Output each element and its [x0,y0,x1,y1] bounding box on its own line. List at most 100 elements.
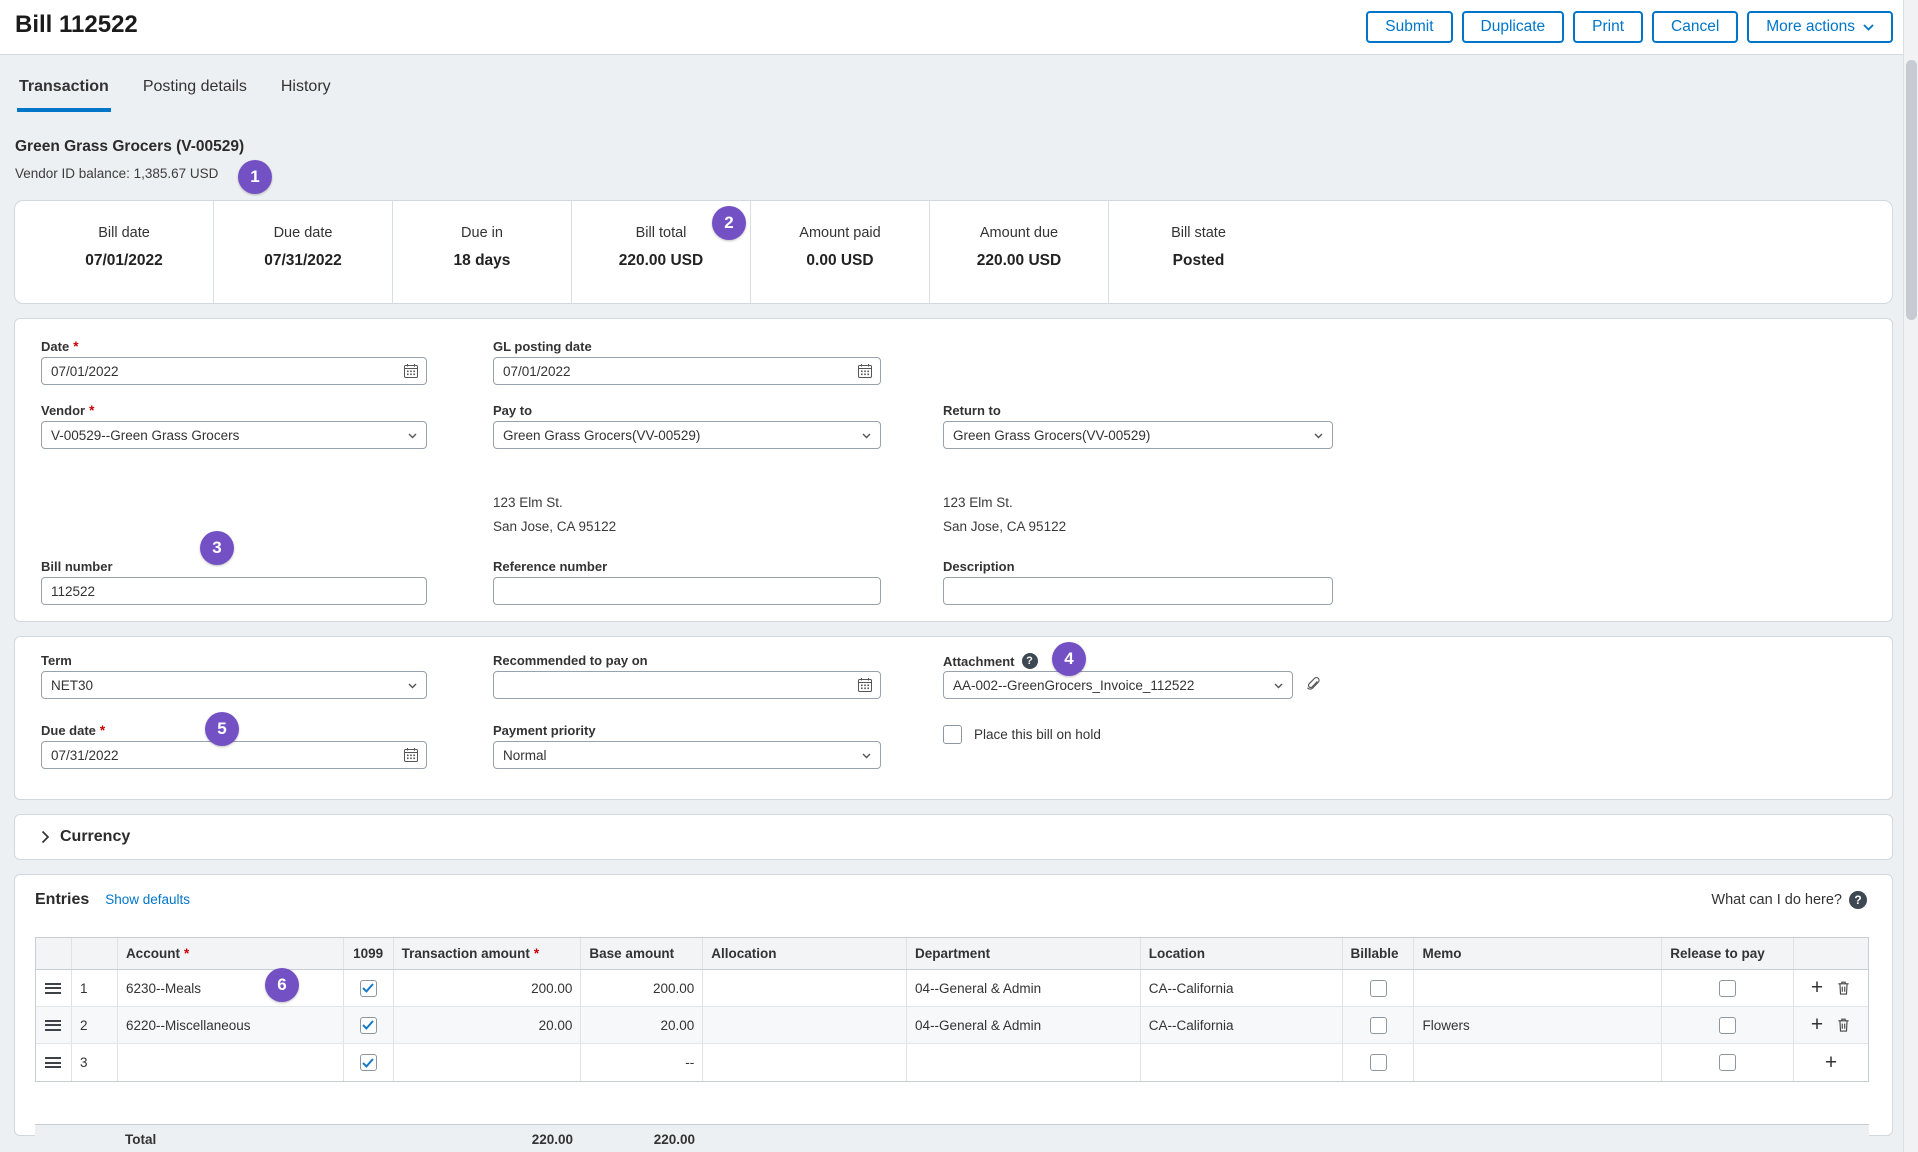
chevron-down-icon [1274,683,1283,689]
term-select[interactable]: NET30 [41,671,427,699]
required-asterisk: * [73,339,78,354]
reference-number-label: Reference number [493,559,607,574]
drag-handle-icon[interactable] [36,1044,72,1081]
date-input[interactable] [41,357,427,385]
transaction-amount-cell[interactable]: 20.00 [394,1007,582,1043]
location-cell[interactable] [1141,1044,1343,1081]
memo-column-header: Memo [1414,938,1662,969]
department-column-header: Department [907,938,1141,969]
delete-row-icon[interactable] [1836,980,1851,996]
help-icon[interactable]: ? [1849,891,1867,909]
transaction-amount-cell[interactable]: 200.00 [394,970,582,1006]
date-label: Date* [41,339,78,354]
show-defaults-link[interactable]: Show defaults [105,892,190,907]
help-icon[interactable]: ? [1022,653,1038,669]
vendor-select[interactable]: V-00529--Green Grass Grocers [41,421,427,449]
department-cell[interactable]: 04--General & Admin [907,1007,1141,1043]
gl-posting-date-input[interactable] [493,357,881,385]
location-cell[interactable]: CA--California [1141,1007,1343,1043]
row-number: 3 [72,1044,118,1081]
row-number: 2 [72,1007,118,1043]
required-asterisk: * [184,946,189,961]
table-row: 3 -- + [36,1044,1868,1081]
base-amount-column-header: Base amount [581,938,703,969]
release-to-pay-column-header: Release to pay [1662,938,1794,969]
tab-transaction[interactable]: Transaction [17,78,111,112]
page-scrollbar[interactable] [1903,0,1918,1152]
place-on-hold-label: Place this bill on hold [974,727,1101,742]
1099-checkbox[interactable] [360,1017,377,1034]
add-row-icon[interactable]: + [1811,979,1823,997]
account-cell[interactable] [118,1044,344,1081]
1099-checkbox[interactable] [360,1054,377,1071]
payment-priority-select[interactable]: Normal [493,741,881,769]
reference-number-input[interactable] [493,577,881,605]
vendor-balance-text: Vendor ID balance: 1,385.67 USD [15,166,218,181]
release-to-pay-checkbox-cell [1662,1044,1794,1081]
gl-posting-date-label: GL posting date [493,339,592,354]
recommended-to-pay-on-input[interactable] [493,671,881,699]
department-cell[interactable] [907,1044,1141,1081]
allocation-cell[interactable] [703,970,907,1006]
scrollbar-thumb[interactable] [1906,60,1917,320]
bill-detail-page: { "ui": { "required_mark": "*", "help_ma… [0,0,1918,1152]
release-to-pay-checkbox-cell [1662,970,1794,1006]
description-input[interactable] [943,577,1333,605]
paperclip-icon[interactable] [1304,675,1323,695]
bill-summary-bar: Bill date 07/01/2022 Due date 07/31/2022… [14,200,1893,304]
duplicate-button[interactable]: Duplicate [1462,11,1565,43]
1099-checkbox-cell [344,1044,394,1081]
print-button[interactable]: Print [1573,11,1643,43]
memo-cell[interactable] [1414,1044,1662,1081]
row-number-column-header [72,938,118,969]
delete-row-icon[interactable] [1836,1017,1851,1033]
release-to-pay-checkbox[interactable] [1719,1054,1736,1071]
add-row-icon[interactable]: + [1811,1016,1823,1034]
due-date-input[interactable] [41,741,427,769]
billable-checkbox[interactable] [1370,1054,1387,1071]
cancel-button[interactable]: Cancel [1652,11,1738,43]
bill-number-input[interactable] [41,577,427,605]
transaction-amount-cell[interactable] [394,1044,582,1081]
release-to-pay-checkbox[interactable] [1719,980,1736,997]
1099-checkbox[interactable] [360,980,377,997]
submit-button[interactable]: Submit [1366,11,1452,43]
more-actions-button[interactable]: More actions [1747,11,1893,43]
tab-history[interactable]: History [279,78,333,112]
transaction-amount-column-header: Transaction amount* [394,938,582,969]
account-cell[interactable]: 6220--Miscellaneous [118,1007,344,1043]
callout-badge-5: 5 [205,712,239,746]
return-to-select[interactable]: Green Grass Grocers(VV-00529) [943,421,1333,449]
department-cell[interactable]: 04--General & Admin [907,970,1141,1006]
allocation-cell[interactable] [703,1044,907,1081]
summary-bill-date: Bill date 07/01/2022 [35,201,214,303]
1099-column-header: 1099 [344,938,394,969]
memo-cell[interactable]: Flowers [1414,1007,1662,1043]
billable-checkbox-cell [1343,1007,1415,1043]
1099-checkbox-cell [344,970,394,1006]
chevron-down-icon [408,433,417,439]
account-cell[interactable]: 6230--Meals [118,970,344,1006]
add-row-icon[interactable]: + [1825,1054,1837,1072]
pay-to-select[interactable]: Green Grass Grocers(VV-00529) [493,421,881,449]
billable-checkbox[interactable] [1370,980,1387,997]
allocation-cell[interactable] [703,1007,907,1043]
drag-handle-icon[interactable] [36,1007,72,1043]
return-to-address-line2: San Jose, CA 95122 [943,519,1066,534]
drag-handle-icon[interactable] [36,970,72,1006]
attachment-select[interactable]: AA-002--GreenGrocers_Invoice_112522 [943,671,1293,699]
place-on-hold-checkbox[interactable] [943,725,962,744]
billable-checkbox[interactable] [1370,1017,1387,1034]
location-column-header: Location [1141,938,1343,969]
release-to-pay-checkbox[interactable] [1719,1017,1736,1034]
location-cell[interactable]: CA--California [1141,970,1343,1006]
actions-column-header [1794,938,1868,969]
billable-checkbox-cell [1343,970,1415,1006]
memo-cell[interactable] [1414,970,1662,1006]
currency-section-card[interactable]: Currency [14,814,1893,860]
description-label: Description [943,559,1015,574]
chevron-down-icon [1863,24,1874,31]
tab-posting-details[interactable]: Posting details [141,78,249,112]
tab-bar: Transaction Posting details History [17,78,333,112]
term-label: Term [41,653,72,668]
